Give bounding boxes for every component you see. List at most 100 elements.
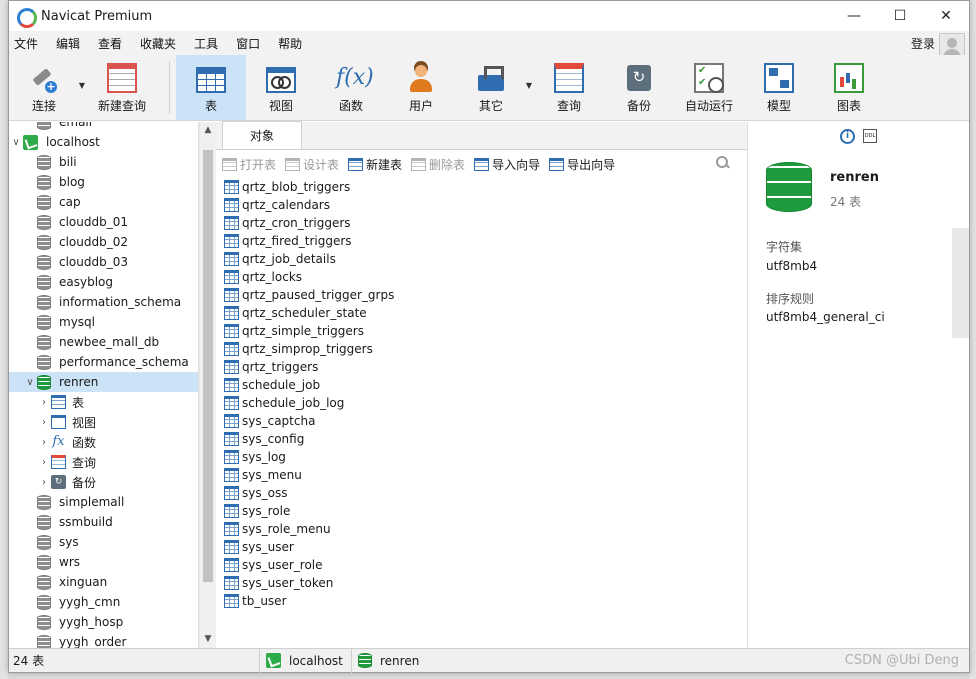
table-row[interactable]: qrtz_calendars (224, 196, 747, 214)
table-row[interactable]: qrtz_locks (224, 268, 747, 286)
minimize-button[interactable]: — (831, 1, 877, 31)
menu-view[interactable]: 查看 (93, 35, 135, 52)
table-row[interactable]: sys_menu (224, 466, 747, 484)
table-row[interactable]: tb_user (224, 592, 747, 610)
new-table-button[interactable]: 新建表 (348, 156, 402, 173)
table-row[interactable]: schedule_job_log (224, 394, 747, 412)
export-wizard-button[interactable]: 导出向导 (549, 156, 615, 173)
chevron-right-icon[interactable]: › (37, 477, 51, 488)
tree-db-item[interactable]: mysql (9, 312, 198, 332)
ddl-icon[interactable]: DDL (863, 129, 877, 143)
open-table-button[interactable]: 打开表 (222, 156, 276, 173)
tree-node-func[interactable]: › fx 函数 (9, 432, 198, 452)
tree-db-item[interactable]: newbee_mall_db (9, 332, 198, 352)
tree-db-item[interactable]: clouddb_03 (9, 252, 198, 272)
new-query-button[interactable]: 新建查询 (87, 55, 157, 120)
table-row[interactable]: qrtz_scheduler_state (224, 304, 747, 322)
tree-db-item[interactable]: yygh_order (9, 632, 198, 648)
menu-window[interactable]: 窗口 (231, 35, 273, 52)
tree-db-item[interactable]: cap (9, 192, 198, 212)
chevron-down-icon[interactable]: ∨ (9, 137, 23, 148)
chart-button[interactable]: 图表 (814, 55, 884, 120)
chevron-right-icon[interactable]: › (37, 417, 51, 428)
tab-objects[interactable]: 对象 (222, 121, 302, 149)
menu-favorites[interactable]: 收藏夹 (135, 35, 189, 52)
table-row[interactable]: sys_log (224, 448, 747, 466)
table-row[interactable]: schedule_job (224, 376, 747, 394)
chevron-down-icon[interactable]: ▼ (200, 631, 216, 648)
chevron-down-icon[interactable]: ▼ (79, 81, 85, 90)
tree-db-item[interactable]: xinguan (9, 572, 198, 592)
menu-edit[interactable]: 编辑 (51, 35, 93, 52)
tree-db-item[interactable]: clouddb_01 (9, 212, 198, 232)
title-bar[interactable]: Navicat Premium — ☐ ✕ (9, 1, 969, 31)
tree-node-query[interactable]: › 查询 (9, 452, 198, 472)
tree-db-item[interactable]: yygh_hosp (9, 612, 198, 632)
table-row[interactable]: qrtz_triggers (224, 358, 747, 376)
view-button[interactable]: 视图 (246, 55, 316, 120)
chevron-down-icon[interactable]: ∨ (23, 377, 37, 388)
table-row[interactable]: qrtz_cron_triggers (224, 214, 747, 232)
tree-db-item[interactable]: clouddb_02 (9, 232, 198, 252)
delete-table-button[interactable]: 删除表 (411, 156, 465, 173)
table-row[interactable]: sys_config (224, 430, 747, 448)
tree-scrollbar[interactable]: ▲ ▼ (199, 122, 216, 648)
tree-db-item[interactable]: ssmbuild (9, 512, 198, 532)
model-button[interactable]: 模型 (744, 55, 814, 120)
tree-node-view[interactable]: › 视图 (9, 412, 198, 432)
import-wizard-button[interactable]: 导入向导 (474, 156, 540, 173)
tree-db-item[interactable]: simplemall (9, 492, 198, 512)
tree-node-backup[interactable]: › ↻ 备份 (9, 472, 198, 492)
tree-db-item[interactable]: yygh_cmn (9, 592, 198, 612)
chevron-right-icon[interactable]: › (37, 397, 51, 408)
table-row[interactable]: sys_captcha (224, 412, 747, 430)
table-row[interactable]: sys_user_token (224, 574, 747, 592)
design-table-button[interactable]: 设计表 (285, 156, 339, 173)
table-row[interactable]: sys_oss (224, 484, 747, 502)
tree-db-item[interactable]: wrs (9, 552, 198, 572)
table-row[interactable]: qrtz_simprop_triggers (224, 340, 747, 358)
connection-button[interactable]: 连接 ▼ (9, 55, 85, 120)
table-row[interactable]: sys_role (224, 502, 747, 520)
table-button[interactable]: 表 (176, 55, 246, 120)
query-button[interactable]: 查询 (534, 55, 604, 120)
scrollbar-thumb[interactable] (203, 150, 213, 582)
table-row[interactable]: sys_user_role (224, 556, 747, 574)
info-icon[interactable]: i (840, 128, 855, 144)
backup-button[interactable]: 备份 (604, 55, 674, 120)
table-row[interactable]: qrtz_simple_triggers (224, 322, 747, 340)
table-row[interactable]: qrtz_paused_trigger_grps (224, 286, 747, 304)
tree-db-item[interactable]: easyblog (9, 272, 198, 292)
automation-button[interactable]: 自动运行 (674, 55, 744, 120)
connection-tree[interactable]: email ∨ localhost bili blog cap clouddb_01 c… (9, 122, 199, 648)
tree-db-item[interactable]: performance_schema (9, 352, 198, 372)
info-scrollbar[interactable] (952, 228, 969, 338)
login-link[interactable]: 登录 (911, 35, 935, 52)
tree-node-table[interactable]: › 表 (9, 392, 198, 412)
tree-connection-localhost[interactable]: ∨ localhost (9, 132, 198, 152)
search-icon[interactable] (716, 156, 729, 169)
maximize-button[interactable]: ☐ (877, 1, 923, 31)
close-button[interactable]: ✕ (923, 1, 969, 31)
function-button[interactable]: f(x) 函数 (316, 55, 386, 120)
table-row[interactable]: qrtz_job_details (224, 250, 747, 268)
other-button[interactable]: 其它 ▼ (456, 55, 532, 120)
chevron-right-icon[interactable]: › (37, 437, 51, 448)
menu-file[interactable]: 文件 (9, 35, 51, 52)
chevron-up-icon[interactable]: ▲ (200, 122, 216, 139)
menu-help[interactable]: 帮助 (273, 35, 315, 52)
tree-db-item[interactable]: blog (9, 172, 198, 192)
tree-db-item[interactable]: bili (9, 152, 198, 172)
table-list[interactable]: qrtz_blob_triggers qrtz_calendars qrtz_cro… (216, 178, 747, 648)
table-row[interactable]: sys_role_menu (224, 520, 747, 538)
menu-tools[interactable]: 工具 (189, 35, 231, 52)
table-row[interactable]: qrtz_fired_triggers (224, 232, 747, 250)
chevron-right-icon[interactable]: › (37, 457, 51, 468)
tree-db-item[interactable]: information_schema (9, 292, 198, 312)
tree-db-item[interactable]: sys (9, 532, 198, 552)
chevron-down-icon[interactable]: ▼ (526, 81, 532, 90)
user-button[interactable]: 用户 (386, 55, 456, 120)
tree-db-renren[interactable]: ∨ renren (9, 372, 198, 392)
table-row[interactable]: qrtz_blob_triggers (224, 178, 747, 196)
tree-db-partial[interactable]: email (9, 122, 198, 132)
